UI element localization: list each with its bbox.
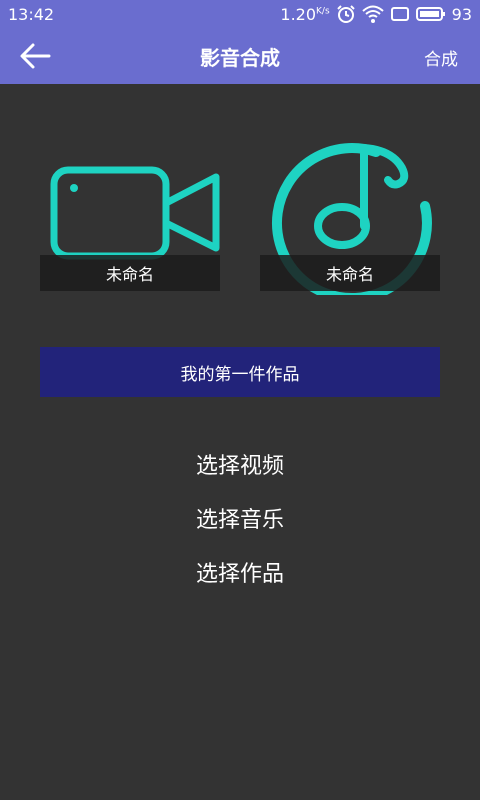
action-menu: 选择视频 选择音乐 选择作品 (0, 440, 480, 602)
select-music-button[interactable]: 选择音乐 (0, 494, 480, 548)
status-time: 13:42 (8, 5, 55, 24)
alarm-icon (336, 5, 355, 23)
work-title-field[interactable]: 我的第一件作品 (40, 347, 440, 397)
video-camera-icon (50, 166, 220, 260)
network-speed-unit: K/s (316, 6, 330, 17)
battery-icon (415, 7, 445, 21)
app-bar: 影音合成 合成 (0, 28, 480, 84)
select-video-button[interactable]: 选择视频 (0, 440, 480, 494)
compose-button[interactable]: 合成 (424, 45, 458, 70)
battery-level: 93 (451, 4, 472, 24)
network-speed: 1.20K/s (280, 5, 329, 24)
audio-selector[interactable]: 未命名 (260, 140, 440, 295)
screen-icon (390, 7, 409, 21)
status-bar: 13:42 1.20K/s 93 (0, 0, 480, 28)
status-icons: 1.20K/s 93 (280, 4, 472, 24)
video-selector[interactable]: 未命名 (40, 140, 220, 295)
select-work-button[interactable]: 选择作品 (0, 548, 480, 602)
audio-caption: 未命名 (260, 255, 440, 291)
page-title: 影音合成 (200, 46, 280, 70)
wifi-icon (361, 5, 384, 23)
network-speed-value: 1.20 (280, 4, 317, 24)
video-caption: 未命名 (40, 255, 220, 291)
